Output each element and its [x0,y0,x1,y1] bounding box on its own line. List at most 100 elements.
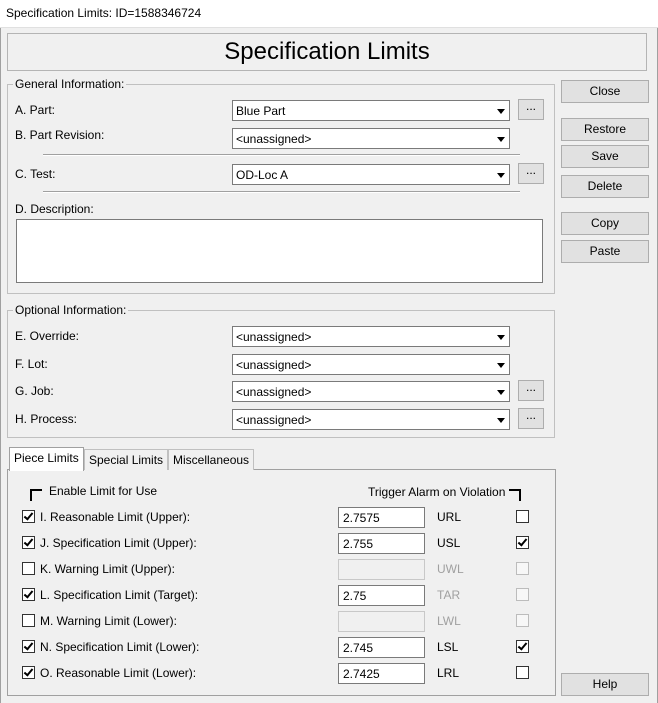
part-select[interactable]: Blue Part [232,100,510,121]
part-label: A. Part: [15,103,56,117]
test-select[interactable]: OD-Loc A [232,164,510,185]
chevron-down-icon[interactable] [492,382,509,401]
trigger-alarm-checkbox[interactable] [516,640,529,653]
checkmark-icon [23,588,34,599]
enable-limit-checkbox[interactable] [22,536,35,549]
override-select[interactable]: <unassigned> [232,326,510,347]
limit-value: 2.755 [343,537,374,551]
enable-limit-checkbox[interactable] [22,666,35,679]
enable-limit-checkbox[interactable] [22,510,35,523]
process-select[interactable]: <unassigned> [232,409,510,430]
limit-value: 2.7575 [343,511,380,525]
test-browse-button[interactable]: ... [518,163,544,184]
trigger-alarm-header: Trigger Alarm on Violation [368,485,506,499]
limit-code: TAR [437,588,461,602]
process-value: <unassigned> [236,413,312,427]
limit-code: LSL [437,640,459,654]
page-title: Specification Limits [7,33,647,71]
checkmark-icon [23,666,34,677]
tab-piece-limits[interactable]: Piece Limits [9,447,84,471]
paste-button[interactable]: Paste [561,240,649,263]
override-value: <unassigned> [236,330,312,344]
enable-limit-checkbox[interactable] [22,588,35,601]
trigger-alarm-checkbox[interactable] [516,666,529,679]
chevron-down-icon[interactable] [492,129,509,148]
limit-label: N. Specification Limit (Lower): [40,640,200,654]
limit-label: J. Specification Limit (Upper): [40,536,197,550]
delete-button[interactable]: Delete [561,175,649,198]
limit-value: 2.745 [343,641,374,655]
trigger-alarm-checkbox[interactable] [516,614,529,627]
restore-button[interactable]: Restore [561,118,649,141]
trigger-alarm-checkbox[interactable] [516,588,529,601]
limit-label: I. Reasonable Limit (Upper): [40,510,191,524]
limit-code: LWL [437,614,461,628]
chevron-down-icon[interactable] [492,165,509,184]
checkmark-icon [23,536,34,547]
window-title: Specification Limits: ID=1588346724 [6,6,202,20]
part-value: Blue Part [236,104,286,118]
test-label: C. Test: [15,167,56,181]
separator [43,191,520,193]
description-textarea[interactable] [16,219,543,283]
enable-limit-checkbox[interactable] [22,562,35,575]
limit-value-input[interactable]: 2.7425 [338,663,425,684]
save-button[interactable]: Save [561,145,649,168]
lot-value: <unassigned> [236,358,312,372]
enable-limit-header: Enable Limit for Use [49,484,158,498]
chevron-down-icon[interactable] [492,355,509,374]
part-revision-value: <unassigned> [236,132,312,146]
job-value: <unassigned> [236,385,312,399]
tab-miscellaneous[interactable]: Miscellaneous [168,449,255,470]
tab-panel-piece-limits [7,469,556,696]
chevron-down-icon[interactable] [492,327,509,346]
limit-value-input[interactable]: 2.7575 [338,507,425,528]
close-button[interactable]: Close [561,80,649,103]
limit-label: K. Warning Limit (Upper): [40,562,175,576]
part-browse-button[interactable]: ... [518,99,544,120]
trigger-alarm-checkbox[interactable] [516,536,529,549]
chevron-down-icon[interactable] [492,101,509,120]
job-label: G. Job: [15,384,54,398]
checkmark-icon [23,510,34,521]
limit-value-input[interactable]: 2.75 [338,585,425,606]
override-label: E. Override: [15,329,80,343]
help-button[interactable]: Help [561,673,649,696]
checkmark-icon [517,536,528,547]
limit-value-input[interactable]: 2.745 [338,637,425,658]
optional-information-legend: Optional Information: [13,303,129,317]
job-browse-button[interactable]: ... [518,380,544,401]
limit-code: USL [437,536,461,550]
limit-label: L. Specification Limit (Target): [40,588,199,602]
alarm-header-bracket-vertical [519,489,521,501]
limit-label: M. Warning Limit (Lower): [40,614,177,628]
limit-code: UWL [437,562,464,576]
limit-value: 2.75 [343,589,367,603]
lot-label: F. Lot: [15,357,48,371]
part-revision-select[interactable]: <unassigned> [232,128,510,149]
enable-limit-checkbox[interactable] [22,640,35,653]
limit-label: O. Reasonable Limit (Lower): [40,666,197,680]
test-value: OD-Loc A [236,168,289,182]
limit-value-input[interactable] [338,611,425,632]
enable-limit-checkbox[interactable] [22,614,35,627]
process-label: H. Process: [15,412,78,426]
lot-select[interactable]: <unassigned> [232,354,510,375]
limit-code: URL [437,510,462,524]
tab-special-limits[interactable]: Special Limits [84,449,169,470]
general-information-legend: General Information: [13,77,127,91]
limit-value-input[interactable] [338,559,425,580]
limit-value: 2.7425 [343,667,380,681]
job-select[interactable]: <unassigned> [232,381,510,402]
checkmark-icon [23,640,34,651]
copy-button[interactable]: Copy [561,212,649,235]
part-revision-label: B. Part Revision: [15,128,105,142]
chevron-down-icon[interactable] [492,410,509,429]
enable-header-bracket-vertical [30,489,32,501]
limit-value-input[interactable]: 2.755 [338,533,425,554]
process-browse-button[interactable]: ... [518,408,544,429]
description-label: D. Description: [15,202,94,216]
trigger-alarm-checkbox[interactable] [516,562,529,575]
trigger-alarm-checkbox[interactable] [516,510,529,523]
limit-code: LRL [437,666,460,680]
